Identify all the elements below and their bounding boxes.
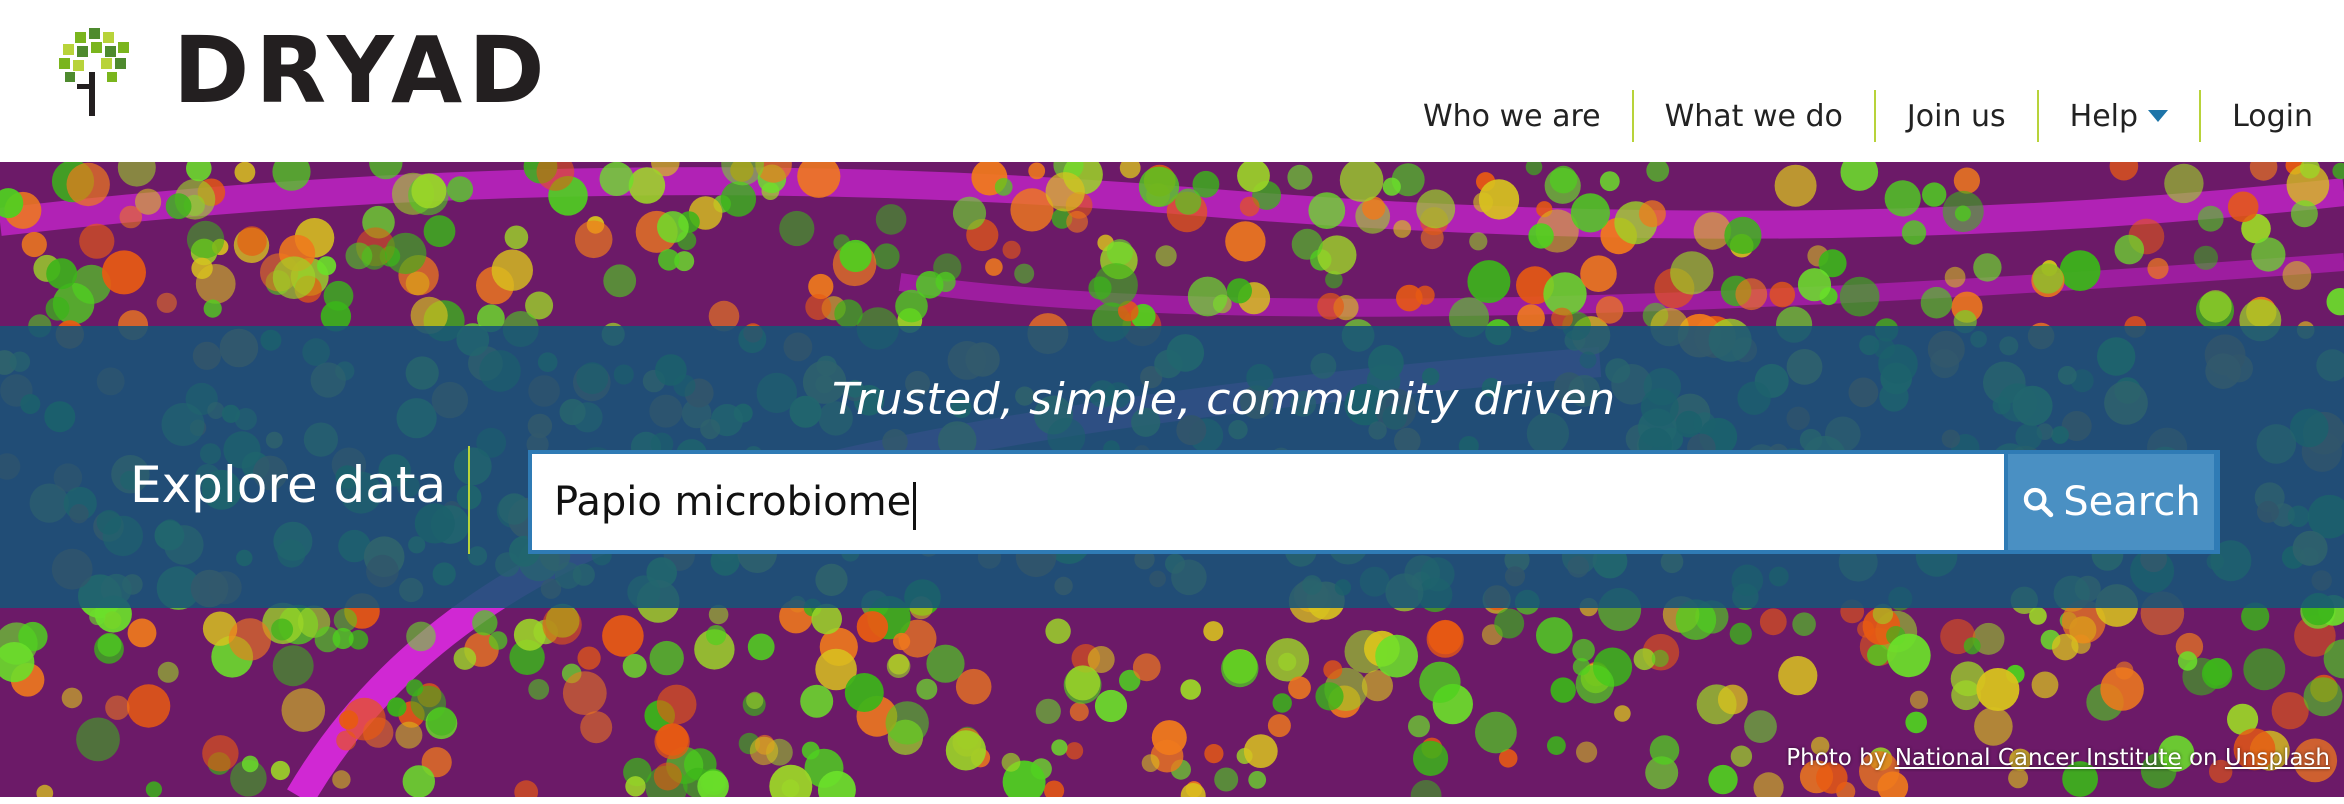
nav-help[interactable]: Help <box>2039 90 2199 142</box>
brand-name: DRYAD <box>173 17 551 124</box>
main-nav: Who we are What we do Join us Help Login <box>1392 90 2332 142</box>
nav-what-we-do[interactable]: What we do <box>1634 90 1874 142</box>
nav-join-us[interactable]: Join us <box>1876 90 2037 142</box>
search-button[interactable]: Search <box>2004 450 2218 554</box>
tagline: Trusted, simple, community driven <box>832 374 1616 425</box>
search-input[interactable] <box>532 454 2216 550</box>
nav-label: Join us <box>1906 98 2006 134</box>
nav-label: What we do <box>1664 98 1843 134</box>
nav-who-we-are[interactable]: Who we are <box>1392 90 1632 142</box>
search-button-label: Search <box>2063 479 2201 525</box>
nav-label: Who we are <box>1423 98 1601 134</box>
tree-logo-icon <box>59 28 129 116</box>
band-divider <box>468 446 470 554</box>
credit-joiner: on <box>2188 745 2218 771</box>
credit-source-link[interactable]: Unsplash <box>2225 745 2330 771</box>
search-field[interactable] <box>528 450 2220 554</box>
search-band: Trusted, simple, community driven Explor… <box>0 326 2344 608</box>
nav-login[interactable]: Login <box>2201 90 2332 142</box>
search-icon <box>2024 487 2054 518</box>
nav-label: Help <box>2069 98 2139 134</box>
site-header: DRYAD Who we are What we do Join us Help… <box>0 0 2344 162</box>
hero-section: Trusted, simple, community driven Explor… <box>0 162 2344 797</box>
explore-data-label: Explore data <box>130 456 447 514</box>
text-cursor <box>913 482 917 530</box>
chevron-down-icon <box>2148 110 2169 122</box>
photo-credit: Photo by National Cancer Institute on Un… <box>1786 745 2330 771</box>
credit-prefix: Photo by <box>1786 745 1888 771</box>
dryad-logo[interactable]: DRYAD <box>55 17 551 124</box>
nav-label: Login <box>2232 98 2313 134</box>
credit-author-link[interactable]: National Cancer Institute <box>1895 745 2182 771</box>
